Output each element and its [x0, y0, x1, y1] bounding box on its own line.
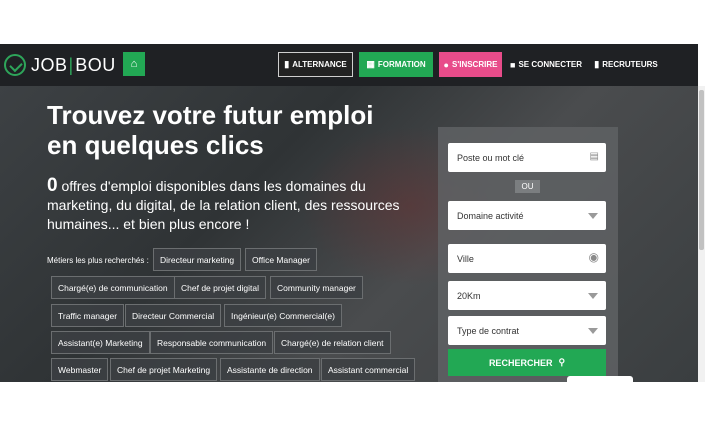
- job-tag[interactable]: Responsable communication: [150, 331, 274, 354]
- job-tag[interactable]: Assistant(e) Marketing: [51, 331, 150, 354]
- brand-separator: |: [68, 54, 74, 75]
- job-tag[interactable]: Chef de projet digital: [174, 276, 266, 299]
- popular-jobs-label: Métiers les plus recherchés :: [47, 256, 149, 265]
- recruiters-label: RECRUTEURS: [602, 60, 658, 69]
- formation-button[interactable]: ▦ FORMATION: [359, 52, 433, 77]
- job-tag[interactable]: Assistante de direction: [220, 358, 320, 381]
- page-scrollbar[interactable]: [698, 86, 705, 382]
- job-tag[interactable]: Webmaster: [51, 358, 109, 381]
- bookmark-icon: ▮: [594, 59, 600, 69]
- job-tag[interactable]: Assistant commercial: [321, 358, 416, 381]
- job-tag[interactable]: Community manager: [270, 276, 363, 299]
- keyword-placeholder: Poste ou mot clé: [457, 152, 525, 163]
- contract-select[interactable]: Type de contrat: [448, 316, 606, 345]
- lock-icon: ■: [510, 59, 516, 70]
- login-label: SE CONNECTER: [518, 60, 582, 69]
- search-button[interactable]: RECHERCHER ⚲: [448, 349, 606, 376]
- logo-icon: [4, 54, 26, 76]
- map-pin-icon: ◉: [588, 250, 599, 264]
- formation-label: FORMATION: [377, 60, 426, 69]
- list-icon: ▤: [589, 151, 599, 162]
- job-tag[interactable]: Ingénieur(e) Commercial(e): [224, 304, 342, 327]
- job-tag[interactable]: Chef de projet Marketing: [110, 358, 218, 381]
- recruiters-button[interactable]: ▮ RECRUTEURS: [594, 52, 658, 77]
- certificate-icon: ▦: [366, 59, 375, 69]
- job-tag[interactable]: Traffic manager: [51, 304, 125, 327]
- job-tag[interactable]: Chargé(e) de communication: [51, 276, 175, 299]
- signup-button[interactable]: ● S'INSCRIRE: [439, 52, 502, 77]
- offers-count: 0: [47, 175, 58, 196]
- job-tag[interactable]: Chargé(e) de relation client: [274, 331, 391, 354]
- document-icon: ▮: [284, 59, 290, 69]
- hero-subtitle-text: offres d'emploi disponibles dans les dom…: [47, 178, 400, 232]
- domain-label: Domaine activité: [457, 210, 524, 221]
- home-icon: ⌂: [130, 58, 138, 70]
- login-button[interactable]: ■ SE CONNECTER: [510, 52, 582, 77]
- home-button[interactable]: ⌂: [123, 52, 145, 76]
- brand-logo[interactable]: JOB | BOU: [4, 52, 116, 78]
- domain-select[interactable]: Domaine activité: [448, 201, 606, 230]
- chevron-down-icon: [588, 293, 598, 299]
- chevron-down-icon: [588, 328, 598, 334]
- signup-label: S'INSCRIRE: [451, 60, 498, 69]
- job-tag[interactable]: Directeur Commercial: [125, 304, 222, 327]
- chevron-down-icon: [588, 213, 598, 219]
- distance-select[interactable]: 20Km: [448, 281, 606, 310]
- city-placeholder: Ville: [457, 253, 474, 264]
- hero-subtitle: 0 offres d'emploi disponibles dans les d…: [47, 176, 427, 234]
- contract-label: Type de contrat: [457, 325, 520, 336]
- floating-tab[interactable]: [567, 376, 633, 382]
- search-button-label: RECHERCHER: [488, 357, 553, 368]
- brand-name-right: BOU: [75, 54, 116, 75]
- distance-value: 20Km: [457, 290, 481, 301]
- scrollbar-thumb[interactable]: [699, 90, 704, 250]
- alternance-label: ALTERNANCE: [292, 60, 347, 69]
- alternance-button[interactable]: ▮ ALTERNANCE: [278, 52, 353, 77]
- brand-name-left: JOB: [31, 54, 68, 75]
- search-icon: ⚲: [558, 357, 566, 367]
- user-icon: ●: [443, 59, 449, 70]
- keyword-input[interactable]: Poste ou mot clé ▤: [448, 143, 606, 172]
- top-navbar: JOB | BOU ⌂ ▮ ALTERNANCE ▦ FORMATION ● S…: [0, 44, 698, 86]
- hero-title: Trouvez votre futur emploi en quelques c…: [47, 100, 374, 160]
- or-separator: OU: [515, 180, 540, 193]
- city-input[interactable]: Ville ◉: [448, 244, 606, 273]
- job-tag[interactable]: Directeur marketing: [153, 248, 242, 271]
- job-tag[interactable]: Office Manager: [245, 248, 317, 271]
- page: JOB | BOU ⌂ ▮ ALTERNANCE ▦ FORMATION ● S…: [0, 0, 705, 427]
